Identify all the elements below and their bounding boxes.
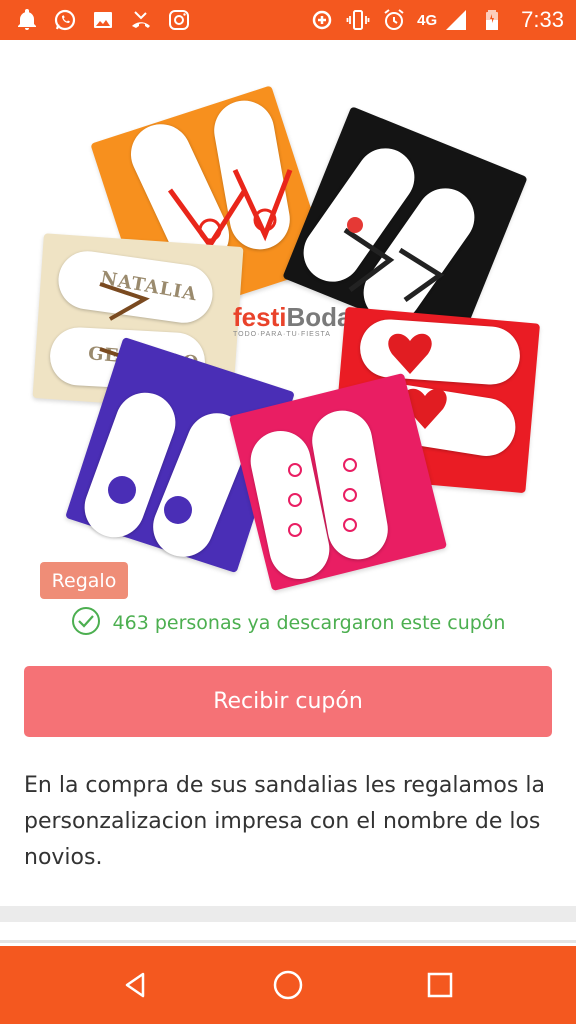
receive-coupon-button[interactable]: Recibir cupón — [24, 666, 552, 737]
coupon-description: En la compra de sus sandalias les regala… — [24, 773, 545, 870]
downloads-text: 463 personas ya descargaron este cupón — [112, 612, 506, 634]
couple-print — [343, 217, 445, 303]
battery-icon — [479, 7, 505, 33]
section-divider — [0, 906, 576, 922]
image-icon — [90, 7, 116, 33]
status-bar: 4G 7:33 — [0, 0, 576, 40]
check-circle-icon — [71, 606, 101, 640]
missed-call-icon — [128, 7, 154, 33]
navigation-bar — [0, 946, 576, 1024]
divider-line — [0, 940, 576, 943]
alarm-icon — [381, 7, 407, 33]
product-image: NATALIA GERARDO festiBoda TODO·PARA·TU·F… — [0, 40, 576, 600]
recents-icon[interactable] — [410, 955, 470, 1015]
gift-badge: Regalo — [40, 562, 128, 599]
instagram-icon — [166, 7, 192, 33]
festiboda-logo: festiBoda TODO·PARA·TU·FIESTA — [233, 302, 352, 338]
whatsapp-icon — [52, 7, 78, 33]
status-system: 4G 7:33 — [309, 4, 564, 36]
downloads-info: 463 personas ya descargaron este cupón — [0, 606, 576, 640]
notification-bell-icon — [14, 7, 40, 33]
data-saver-icon — [309, 7, 335, 33]
vibrate-icon — [345, 7, 371, 33]
network-type: 4G — [417, 11, 438, 29]
back-icon[interactable] — [106, 955, 166, 1015]
home-icon[interactable] — [258, 955, 318, 1015]
clock: 7:33 — [521, 7, 564, 32]
cupcake-print — [288, 458, 357, 537]
signal-icon — [443, 7, 469, 33]
flower-print — [108, 476, 192, 524]
status-notifications — [14, 4, 192, 36]
